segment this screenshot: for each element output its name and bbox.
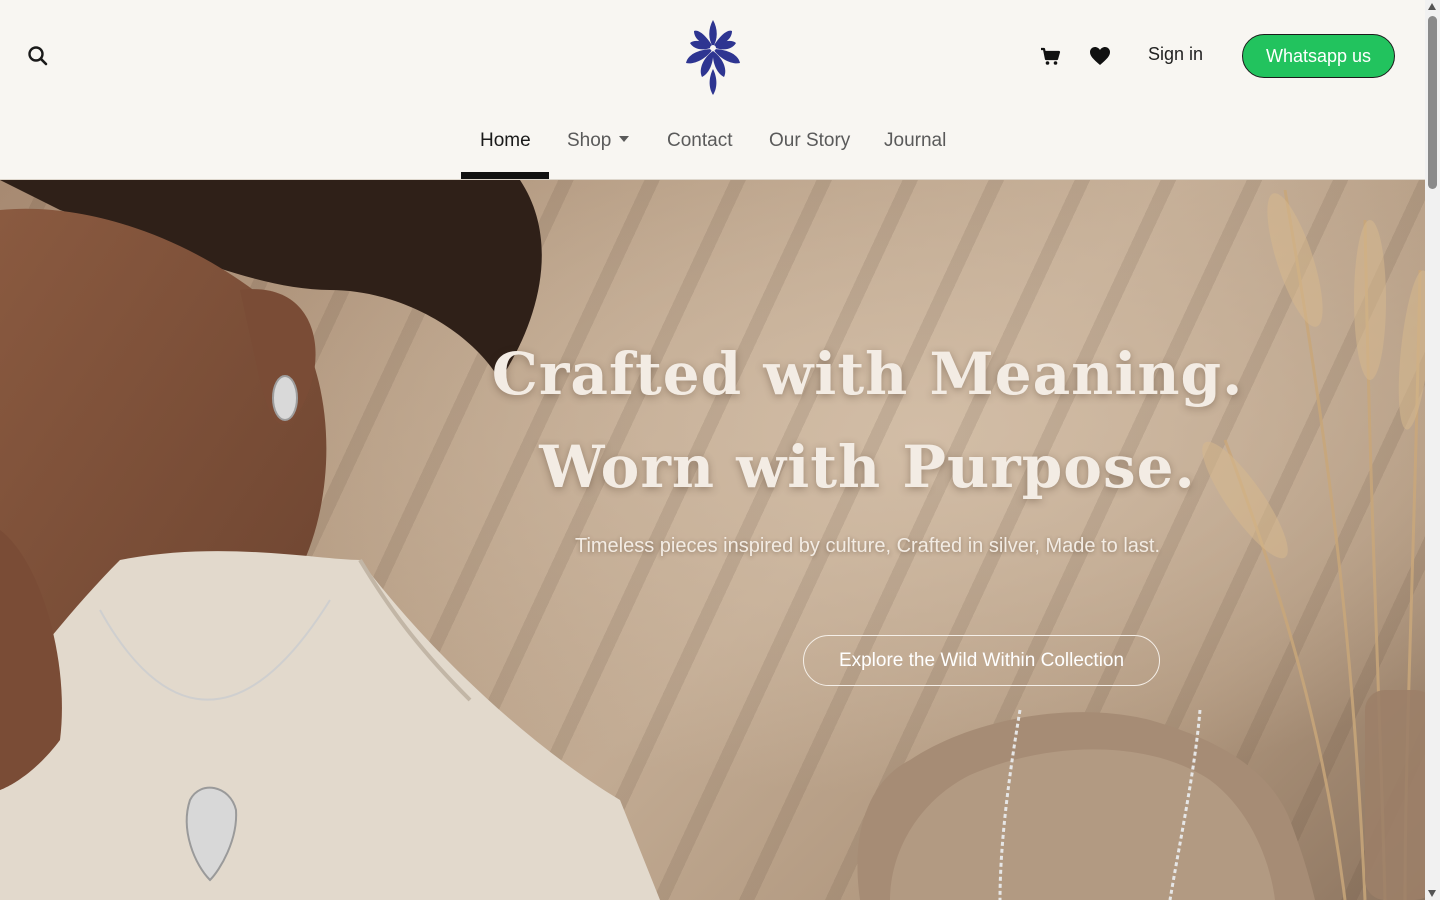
whatsapp-button[interactable]: Whatsapp us xyxy=(1242,34,1395,78)
explore-collection-button[interactable]: Explore the Wild Within Collection xyxy=(803,635,1160,686)
wishlist-button[interactable] xyxy=(1087,43,1113,69)
site-header: Sign in Whatsapp us Home Shop Contact Ou… xyxy=(0,0,1425,180)
page: Sign in Whatsapp us Home Shop Contact Ou… xyxy=(0,0,1425,900)
cart-button[interactable] xyxy=(1037,43,1063,69)
nav-item-contact[interactable]: Contact xyxy=(667,130,732,152)
hero-headline-line2: Worn with Purpose. xyxy=(539,433,1196,501)
search-icon xyxy=(28,46,48,66)
rock-with-necklace-image xyxy=(857,709,1315,900)
heart-icon xyxy=(1090,47,1110,65)
caret-down-icon xyxy=(619,135,630,142)
signin-link[interactable]: Sign in xyxy=(1148,44,1203,65)
lotus-logo-icon xyxy=(686,20,740,95)
nav-item-journal[interactable]: Journal xyxy=(884,130,946,152)
scrollbar-thumb[interactable] xyxy=(1428,16,1437,189)
cart-icon xyxy=(1041,47,1061,65)
nav-item-our-story[interactable]: Our Story xyxy=(769,130,850,152)
active-nav-indicator xyxy=(461,172,549,179)
nav-item-shop-label: Shop xyxy=(567,130,612,151)
scroll-down-arrow-icon[interactable] xyxy=(1428,890,1436,897)
hero-subtitle: Timeless pieces inspired by culture, Cra… xyxy=(574,535,1161,557)
scroll-up-arrow-icon[interactable] xyxy=(1428,3,1436,10)
vertical-scrollbar[interactable] xyxy=(1425,0,1440,900)
nav-item-home[interactable]: Home xyxy=(480,130,531,152)
brand-logo[interactable] xyxy=(682,17,744,97)
main-nav: Home Shop Contact Our Story Journal xyxy=(0,112,1425,179)
search-button[interactable] xyxy=(24,42,52,70)
hero-banner: Crafted with Meaning. Worn with Purpose.… xyxy=(0,180,1425,900)
nav-item-shop[interactable]: Shop xyxy=(567,130,630,152)
hero-headline-line1: Crafted with Meaning. xyxy=(491,340,1244,408)
